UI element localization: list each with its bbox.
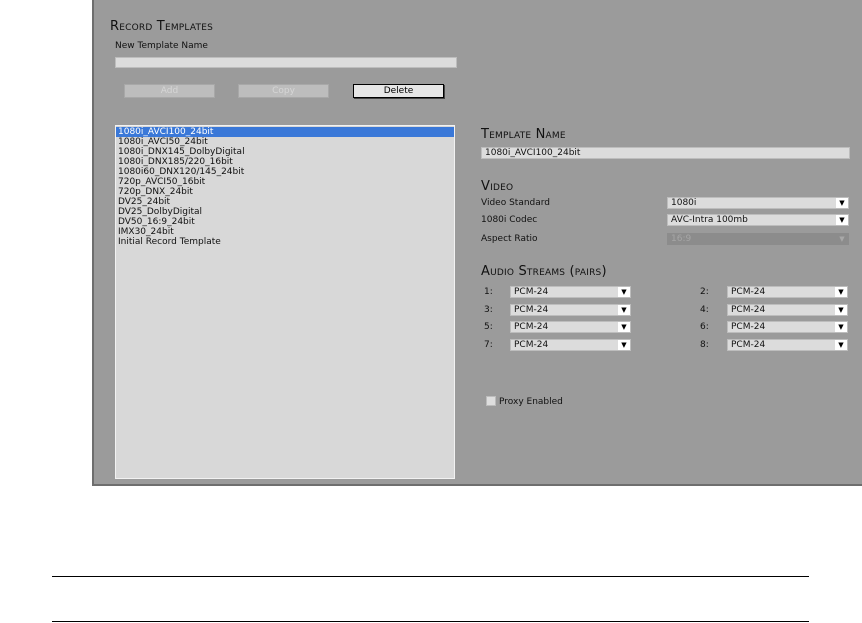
template-name-input[interactable]: 1080i_AVCI100_24bit: [481, 147, 850, 159]
audio-stream-5-select[interactable]: PCM-24 ▼: [510, 321, 631, 333]
list-item[interactable]: 1080i60_DNX120/145_24bit: [116, 167, 454, 177]
audio-stream-value: PCM-24: [514, 340, 549, 350]
template-list[interactable]: 1080i_AVCI100_24bit 1080i_AVCI50_24bit 1…: [115, 125, 455, 479]
template-name-title: Template Name: [481, 127, 566, 142]
record-templates-title: Record Templates: [110, 19, 213, 34]
chevron-down-icon[interactable]: ▼: [618, 340, 630, 350]
chevron-down-icon[interactable]: ▼: [835, 287, 847, 297]
list-item[interactable]: IMX30_24bit: [116, 227, 454, 237]
proxy-enabled-label: Proxy Enabled: [499, 397, 563, 407]
chevron-down-icon[interactable]: ▼: [835, 322, 847, 332]
audio-streams-title: Audio Streams (pairs): [481, 264, 607, 279]
list-item[interactable]: 720p_AVCI50_16bit: [116, 177, 454, 187]
chevron-down-icon[interactable]: ▼: [618, 305, 630, 315]
divider-rule: [52, 621, 809, 622]
divider-rule: [52, 576, 809, 577]
chevron-down-icon[interactable]: ▼: [836, 215, 848, 225]
copy-button[interactable]: Copy: [238, 84, 329, 98]
add-button[interactable]: Add: [124, 84, 215, 98]
audio-stream-value: PCM-24: [731, 287, 766, 297]
video-standard-value: 1080i: [671, 198, 697, 208]
audio-stream-value: PCM-24: [514, 322, 549, 332]
audio-stream-7-number: 7:: [484, 340, 493, 350]
chevron-down-icon[interactable]: ▼: [835, 340, 847, 350]
video-standard-label: Video Standard: [481, 198, 551, 208]
chevron-down-icon[interactable]: ▼: [836, 198, 848, 208]
audio-stream-6-select[interactable]: PCM-24 ▼: [727, 321, 848, 333]
audio-stream-value: PCM-24: [731, 305, 766, 315]
delete-button[interactable]: Delete: [353, 84, 444, 98]
chevron-down-icon: ▼: [836, 234, 848, 244]
audio-stream-2-number: 2:: [700, 287, 709, 297]
video-standard-select[interactable]: 1080i ▼: [667, 197, 849, 209]
audio-stream-4-number: 4:: [700, 305, 709, 315]
proxy-enabled-checkbox[interactable]: [486, 396, 496, 406]
list-item[interactable]: DV25_24bit: [116, 197, 454, 207]
aspect-ratio-value: 16:9: [671, 234, 692, 244]
list-item[interactable]: 1080i_AVCI100_24bit: [116, 127, 454, 137]
audio-stream-5-number: 5:: [484, 322, 493, 332]
new-template-name-input[interactable]: [115, 57, 457, 68]
list-item[interactable]: Initial Record Template: [116, 237, 454, 247]
list-item[interactable]: DV50_16:9_24bit: [116, 217, 454, 227]
audio-stream-8-number: 8:: [700, 340, 709, 350]
audio-stream-value: PCM-24: [731, 322, 766, 332]
new-template-name-label: New Template Name: [115, 41, 208, 51]
audio-stream-3-select[interactable]: PCM-24 ▼: [510, 304, 631, 316]
audio-stream-7-select[interactable]: PCM-24 ▼: [510, 339, 631, 351]
list-item[interactable]: 1080i_DNX145_DolbyDigital: [116, 147, 454, 157]
codec-value: AVC-Intra 100mb: [671, 215, 748, 225]
list-item[interactable]: DV25_DolbyDigital: [116, 207, 454, 217]
audio-stream-value: PCM-24: [514, 287, 549, 297]
list-item[interactable]: 720p_DNX_24bit: [116, 187, 454, 197]
aspect-ratio-select[interactable]: 16:9 ▼: [667, 233, 849, 245]
codec-select[interactable]: AVC-Intra 100mb ▼: [667, 214, 849, 226]
audio-stream-value: PCM-24: [514, 305, 549, 315]
audio-stream-1-select[interactable]: PCM-24 ▼: [510, 286, 631, 298]
codec-label: 1080i Codec: [481, 215, 538, 225]
aspect-ratio-label: Aspect Ratio: [481, 234, 538, 244]
list-item[interactable]: 1080i_AVCI50_24bit: [116, 137, 454, 147]
audio-stream-3-number: 3:: [484, 305, 493, 315]
audio-stream-8-select[interactable]: PCM-24 ▼: [727, 339, 848, 351]
audio-stream-value: PCM-24: [731, 340, 766, 350]
chevron-down-icon[interactable]: ▼: [618, 322, 630, 332]
audio-stream-2-select[interactable]: PCM-24 ▼: [727, 286, 848, 298]
video-title: Video: [481, 179, 514, 194]
list-item[interactable]: 1080i_DNX185/220_16bit: [116, 157, 454, 167]
chevron-down-icon[interactable]: ▼: [835, 305, 847, 315]
audio-stream-4-select[interactable]: PCM-24 ▼: [727, 304, 848, 316]
audio-stream-1-number: 1:: [484, 287, 493, 297]
audio-stream-6-number: 6:: [700, 322, 709, 332]
chevron-down-icon[interactable]: ▼: [618, 287, 630, 297]
